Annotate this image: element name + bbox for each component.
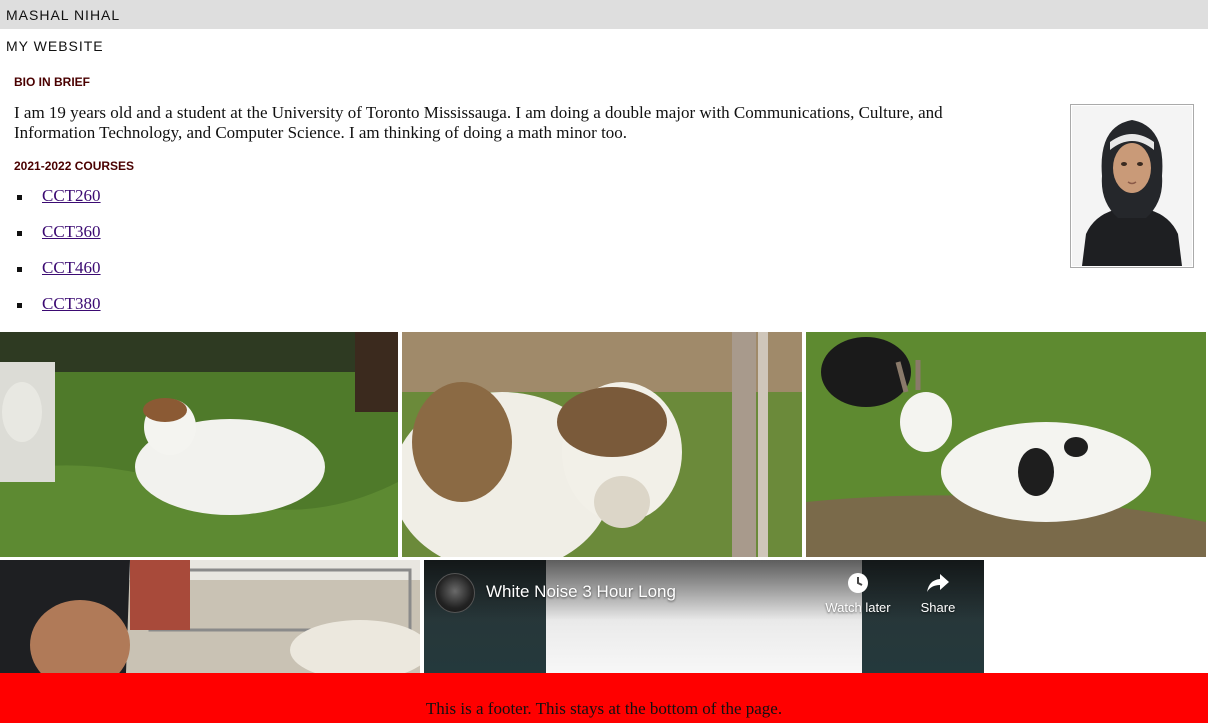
- footer-text: This is a footer. This stays at the bott…: [425, 699, 783, 718]
- list-item: CCT460: [14, 258, 101, 294]
- channel-avatar-icon[interactable]: [435, 573, 475, 613]
- video-title[interactable]: White Noise 3 Hour Long: [486, 582, 676, 602]
- bullet-icon: [17, 195, 22, 200]
- site-title: MY WEBSITE: [6, 38, 104, 54]
- bio-text: I am 19 years old and a student at the U…: [14, 103, 943, 142]
- person-farm-photo: [0, 560, 420, 673]
- course-link-cct260[interactable]: CCT260: [42, 186, 101, 205]
- course-link-cct360[interactable]: CCT360: [42, 222, 101, 241]
- clock-icon: [848, 573, 868, 593]
- list-item: CCT360: [14, 222, 101, 258]
- bullet-icon: [17, 267, 22, 272]
- top-bar: MASHAL NIHAL: [0, 0, 1208, 29]
- embedded-video-player[interactable]: White Noise 3 Hour Long Watch later Shar…: [424, 560, 984, 673]
- courses-heading: 2021-2022 COURSES: [14, 159, 135, 173]
- goat-photo-3: [806, 332, 1206, 557]
- profile-photo: [1070, 104, 1194, 268]
- course-link-cct460[interactable]: CCT460: [42, 258, 101, 277]
- watch-later-label: Watch later: [825, 600, 891, 615]
- share-button[interactable]: Share: [898, 572, 978, 615]
- bullet-icon: [17, 303, 22, 308]
- watch-later-button[interactable]: Watch later: [818, 572, 898, 615]
- course-link-cct380[interactable]: CCT380: [42, 294, 101, 313]
- courses-list: CCT260 CCT360 CCT460 CCT380: [14, 186, 101, 330]
- share-label: Share: [920, 600, 956, 615]
- site-owner-name: MASHAL NIHAL: [6, 7, 121, 23]
- goat-photo-2: [402, 332, 802, 557]
- bio-heading: BIO IN BRIEF: [14, 75, 91, 89]
- bullet-icon: [17, 231, 22, 236]
- list-item: CCT380: [14, 294, 101, 330]
- goat-photo-1: [0, 332, 398, 557]
- page-footer: This is a footer. This stays at the bott…: [0, 673, 1208, 723]
- share-arrow-icon: [927, 574, 949, 592]
- list-item: CCT260: [14, 186, 101, 222]
